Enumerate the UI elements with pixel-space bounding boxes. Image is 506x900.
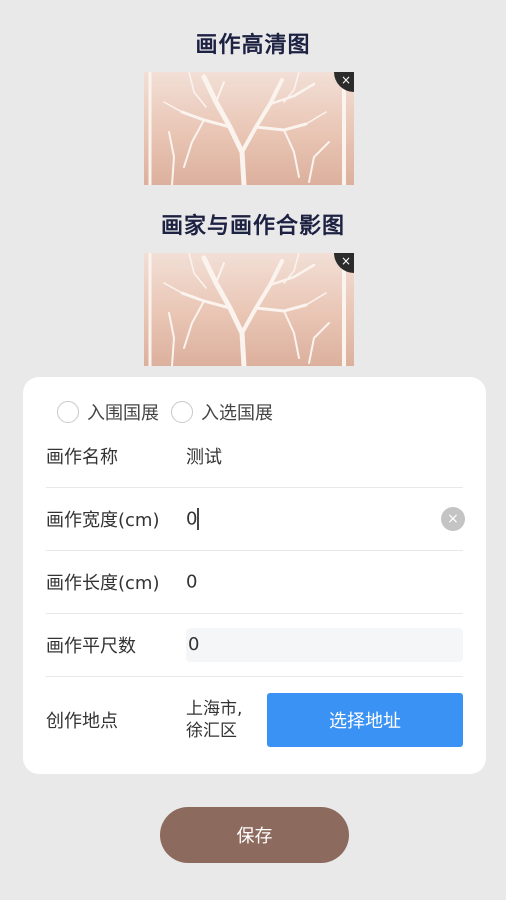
artwork-name-label: 画作名称 bbox=[46, 447, 118, 468]
exhibition-radio-group: 入围国展 入选国展 bbox=[57, 399, 285, 425]
select-address-button[interactable]: 选择地址 bbox=[267, 693, 463, 747]
artwork-width-label: 画作宽度(cm) bbox=[46, 510, 160, 531]
tree-artwork-graphic bbox=[148, 253, 346, 366]
radio-circle-icon[interactable] bbox=[171, 401, 193, 423]
artwork-width-row: 画作宽度(cm) 0 × bbox=[46, 488, 465, 551]
artwork-length-label: 画作长度(cm) bbox=[46, 573, 160, 594]
artwork-area-label: 画作平尺数 bbox=[46, 636, 136, 657]
radio-label: 入围国展 bbox=[87, 403, 159, 424]
artwork-form-card: 入围国展 入选国展 画作名称 测试 画作宽度(cm) 0 × 画作长度(cm) … bbox=[23, 377, 486, 774]
artwork-width-input[interactable]: 0 bbox=[186, 509, 197, 530]
hd-image-title: 画作高清图 bbox=[195, 33, 311, 58]
radio-selected[interactable]: 入选国展 bbox=[171, 399, 273, 425]
artwork-length-row: 画作长度(cm) 0 bbox=[46, 551, 463, 614]
creation-location-label: 创作地点 bbox=[46, 711, 118, 732]
radio-shortlisted[interactable]: 入围国展 bbox=[57, 399, 159, 425]
creation-location-row: 创作地点 上海市,徐汇区 选择地址 bbox=[46, 678, 463, 762]
artist-photo-image[interactable]: × bbox=[144, 253, 354, 366]
hd-artwork-image[interactable]: × bbox=[144, 72, 354, 185]
artwork-length-input[interactable]: 0 bbox=[186, 572, 197, 593]
artwork-name-value[interactable]: 测试 bbox=[186, 443, 222, 469]
tree-artwork-graphic bbox=[148, 72, 346, 185]
artist-photo-title: 画家与画作合影图 bbox=[160, 214, 345, 239]
artwork-area-value: 0 bbox=[186, 628, 463, 662]
save-button[interactable]: 保存 bbox=[160, 807, 349, 863]
radio-circle-icon[interactable] bbox=[57, 401, 79, 423]
radio-label: 入选国展 bbox=[201, 403, 273, 424]
creation-location-value: 上海市,徐汇区 bbox=[186, 699, 243, 741]
artwork-area-row: 画作平尺数 0 bbox=[46, 614, 463, 677]
artwork-name-row: 画作名称 测试 bbox=[46, 425, 463, 488]
text-cursor bbox=[197, 508, 199, 530]
clear-input-icon[interactable]: × bbox=[441, 507, 465, 531]
